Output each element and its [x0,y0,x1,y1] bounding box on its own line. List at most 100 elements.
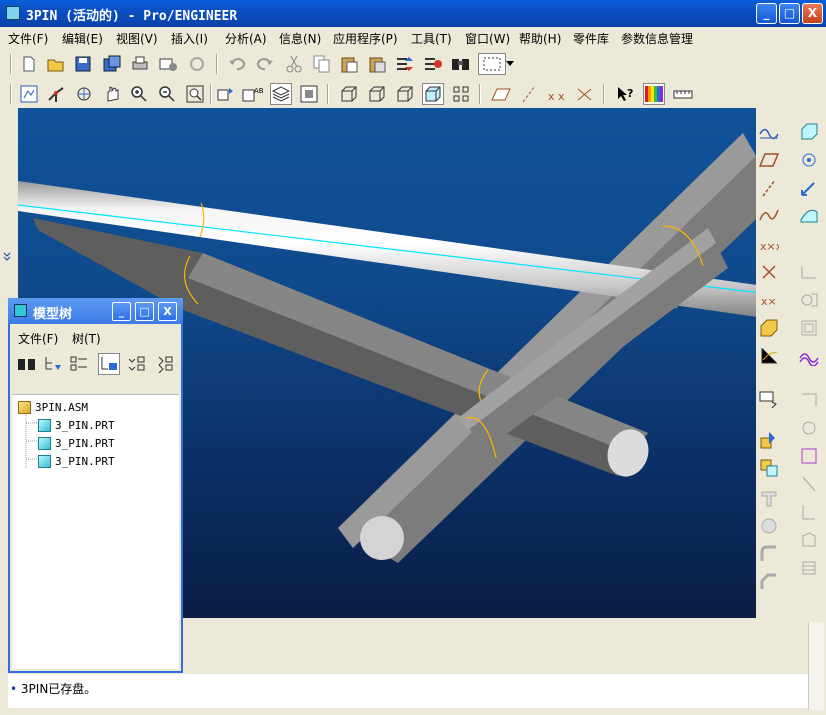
extrude-icon[interactable] [797,176,821,200]
paste-special-icon[interactable] [366,53,388,75]
pattern-icon[interactable] [797,344,821,368]
tree-item-assembly[interactable]: 3PIN.ASM [18,401,88,414]
repaint-icon[interactable] [18,83,40,105]
coordinate-system-icon[interactable] [757,260,781,284]
model-tree-maximize-button[interactable]: □ [135,302,154,321]
tree-item-part[interactable]: 3_PIN.PRT [38,419,115,432]
datum-planes-icon[interactable] [490,83,512,105]
menu-applications[interactable]: 应用程序(P) [333,30,398,47]
reorder-icon[interactable] [394,53,416,75]
wireframe-icon[interactable] [338,83,360,105]
pan-icon[interactable] [101,83,123,105]
tree-item-part[interactable]: 3_PIN.PRT [38,455,115,468]
display-style-icon[interactable] [450,83,472,105]
model-tree-menu-tree[interactable]: 树(T) [72,330,101,347]
new-icon[interactable] [18,53,40,75]
open-icon[interactable] [45,53,67,75]
tree-columns-icon[interactable] [68,353,90,375]
copy-icon[interactable] [311,53,333,75]
find-icon[interactable] [450,53,472,75]
hole-icon[interactable] [757,486,781,510]
assemble-component-icon[interactable] [757,388,781,412]
menu-insert[interactable]: 插入(I) [171,30,208,47]
datum-axes-icon[interactable] [518,83,540,105]
menu-file[interactable]: 文件(F) [8,30,48,47]
select-box-icon[interactable] [478,53,506,75]
undo-icon[interactable] [226,53,248,75]
menu-analysis[interactable]: 分析(A) [225,30,267,47]
chevron-down-icon[interactable] [505,53,515,75]
find-icon[interactable] [16,353,38,375]
datum-axis-icon[interactable] [757,176,781,200]
regen-manager-icon[interactable] [422,53,444,75]
layers-icon[interactable] [270,83,292,105]
mirror-icon[interactable] [797,444,821,468]
menu-help[interactable]: 帮助(H) [519,30,561,47]
orient-icon[interactable] [73,83,95,105]
rib-icon[interactable] [797,388,821,412]
minimize-button[interactable]: _ [756,3,777,24]
print-icon[interactable] [129,53,151,75]
component-icon[interactable] [757,316,781,340]
coord-sys-icon[interactable] [574,83,596,105]
collapse-all-icon[interactable] [154,353,176,375]
analysis-feature-icon[interactable]: x× [757,288,781,312]
blend-icon[interactable] [797,288,821,312]
shaft-icon[interactable] [757,514,781,538]
maximize-button[interactable]: □ [779,3,800,24]
round-icon[interactable] [757,542,781,566]
reorient-icon[interactable] [214,83,236,105]
save-icon[interactable] [72,53,94,75]
shading-icon[interactable] [422,83,444,105]
close-button[interactable]: X [802,3,823,24]
menu-edit[interactable]: 编辑(E) [62,30,103,47]
no-hidden-icon[interactable] [394,83,416,105]
create-component-icon[interactable] [757,428,781,452]
whats-this-icon[interactable]: ? [615,83,637,105]
thicken-icon[interactable] [797,556,821,580]
menu-param-manager[interactable]: 参数信息管理 [621,30,693,47]
model-tree-menu-file[interactable]: 文件(F) [18,330,58,347]
redo-icon[interactable] [254,53,276,75]
color-appearance-icon[interactable] [643,83,665,105]
saved-views-icon[interactable]: AB [242,83,264,105]
regenerate-icon[interactable] [186,53,208,75]
send-icon[interactable] [157,53,179,75]
zoom-in-icon[interactable] [128,83,150,105]
datum-points-icon[interactable]: x x [546,83,568,105]
datum-plane-offset-icon[interactable] [797,120,821,144]
view-manager-icon[interactable] [298,83,320,105]
revolve-icon[interactable] [797,204,821,228]
save-copy-icon[interactable] [101,53,123,75]
message-scrollbar[interactable] [808,622,824,710]
tree-filter-icon[interactable] [42,353,64,375]
chamfer-icon[interactable] [757,570,781,594]
spin-icon[interactable] [797,148,821,172]
shell-icon[interactable] [797,316,821,340]
datum-point-icon[interactable]: x×x [757,232,781,256]
menu-window[interactable]: 窗口(W) [465,30,510,47]
merge-icon[interactable] [797,472,821,496]
tree-settings-icon[interactable] [98,353,120,375]
sweep-icon[interactable] [797,260,821,284]
cut-icon[interactable] [283,53,305,75]
assembly-feature-icon[interactable] [757,456,781,480]
model-tree-minimize-button[interactable]: _ [112,302,131,321]
axis-plot-icon[interactable] [757,344,781,368]
zoom-out-icon[interactable] [156,83,178,105]
measure-icon[interactable] [672,83,694,105]
draft-icon[interactable] [797,416,821,440]
menu-tools[interactable]: 工具(T) [411,30,452,47]
trim-icon[interactable] [797,500,821,524]
menu-part-library[interactable]: 零件库 [573,30,609,47]
offset-icon[interactable] [797,528,821,552]
menu-view[interactable]: 视图(V) [116,30,158,47]
spin-center-icon[interactable] [45,83,67,105]
hidden-line-icon[interactable] [366,83,388,105]
sketch-curve-icon[interactable] [757,120,781,144]
expand-all-icon[interactable] [126,353,148,375]
paste-icon[interactable] [338,53,360,75]
refit-icon[interactable] [184,83,206,105]
tree-item-part[interactable]: 3_PIN.PRT [38,437,115,450]
datum-curve-icon[interactable] [757,204,781,228]
